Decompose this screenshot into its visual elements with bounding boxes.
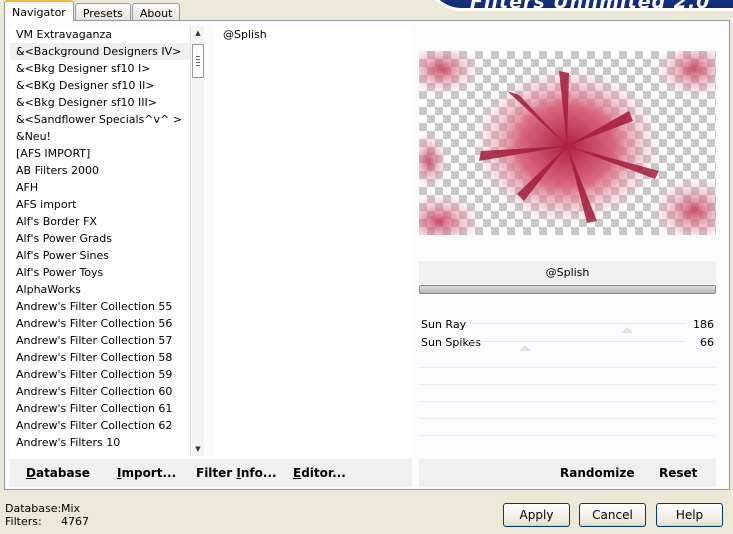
- filter-category-item[interactable]: &Neu!: [10, 128, 204, 145]
- filter-info-pre: Filter: [196, 466, 237, 480]
- filter-category-item[interactable]: VM Extravaganza: [10, 26, 204, 43]
- filter-category-item[interactable]: [AFS IMPORT]: [10, 145, 204, 162]
- filter-info-button[interactable]: Filter Info...: [196, 459, 277, 487]
- empty-slider-rows: [419, 351, 716, 441]
- filter-category-item[interactable]: AFH: [10, 179, 204, 196]
- effect-item[interactable]: @Splish: [214, 26, 411, 44]
- filter-category-item[interactable]: Andrew's Filter Collection 57: [10, 332, 204, 349]
- editor-button[interactable]: Editor...: [293, 459, 346, 487]
- apply-button[interactable]: Apply: [503, 503, 570, 527]
- scroll-down-icon[interactable]: ▼: [191, 442, 205, 456]
- scrollbar-thumb[interactable]: [192, 44, 204, 78]
- filter-category-item[interactable]: &<Bkg Designer sf10 III>: [10, 94, 204, 111]
- filter-category-item[interactable]: AB Filters 2000: [10, 162, 204, 179]
- filter-category-item[interactable]: &<Background Designers IV>: [10, 43, 204, 60]
- randomize-button[interactable]: Randomize: [560, 459, 634, 487]
- app-banner: Filters Unlimited 2.0: [424, 0, 733, 11]
- status-filters: Filters: 4767: [5, 515, 89, 528]
- filter-category-item[interactable]: Andrew's Filters 10: [10, 434, 204, 451]
- filter-category-list[interactable]: VM Extravaganza &<Background Designers IV…: [10, 26, 204, 456]
- preview-image: [419, 51, 716, 235]
- cancel-button[interactable]: Cancel: [579, 503, 646, 527]
- slider-label: Sun Ray: [421, 318, 467, 331]
- editor-label: ditor...: [301, 466, 346, 480]
- filter-category-item[interactable]: AFS import: [10, 196, 204, 213]
- filter-category-item[interactable]: &<Sandflower Specials^v^ >: [10, 111, 204, 128]
- slider-value: 66: [700, 336, 714, 349]
- status-database-label: Database:: [5, 502, 62, 515]
- reset-button[interactable]: Reset: [659, 459, 697, 487]
- slider-label: Sun Spikes: [421, 336, 481, 349]
- filter-category-item[interactable]: Andrew's Filter Collection 58: [10, 349, 204, 366]
- tab-bar: Navigator Presets About: [4, 0, 181, 21]
- tab-navigator[interactable]: Navigator: [4, 0, 74, 21]
- tab-presets[interactable]: Presets: [74, 3, 131, 21]
- help-button[interactable]: Help: [656, 503, 723, 527]
- filter-info-label: nfo...: [240, 466, 277, 480]
- effect-list[interactable]: @Splish: [214, 26, 411, 456]
- status-database: Database:Mix: [5, 502, 80, 515]
- grip-icon: [196, 56, 200, 66]
- filter-list-scrollbar[interactable]: ▲ ▼: [190, 26, 204, 456]
- banner-title: Filters Unlimited 2.0: [470, 0, 711, 11]
- progress-bar: [419, 285, 716, 294]
- status-database-value: Mix: [61, 502, 81, 515]
- database-label: atabase: [35, 466, 90, 480]
- import-button[interactable]: Import...: [117, 459, 176, 487]
- filter-category-item[interactable]: Alf's Border FX: [10, 213, 204, 230]
- status-filters-value: 4767: [61, 515, 89, 528]
- filter-category-item[interactable]: &<BKg Designer sf10 II>: [10, 77, 204, 94]
- tab-about[interactable]: About: [131, 3, 181, 21]
- preview-artwork: [419, 51, 716, 235]
- slider-track[interactable]: [469, 323, 686, 324]
- filter-category-item[interactable]: Andrew's Filter Collection 55: [10, 298, 204, 315]
- slider-sun-spikes[interactable]: Sun Spikes 66: [419, 334, 716, 351]
- status-filters-label: Filters:: [5, 515, 42, 528]
- scroll-up-icon[interactable]: ▲: [191, 26, 205, 40]
- filter-category-item[interactable]: Andrew's Filter Collection 59: [10, 366, 204, 383]
- current-filter-name: @Splish: [419, 260, 716, 284]
- database-accel: D: [26, 466, 36, 480]
- filter-category-item[interactable]: Andrew's Filter Collection 60: [10, 383, 204, 400]
- preview-toolbar: Randomize Reset: [419, 459, 716, 487]
- filter-category-item[interactable]: Andrew's Filter Collection 61: [10, 400, 204, 417]
- filter-category-item[interactable]: AlphaWorks: [10, 281, 204, 298]
- slider-track[interactable]: [469, 341, 686, 342]
- filter-category-item[interactable]: Alf's Power Toys: [10, 264, 204, 281]
- filter-category-item[interactable]: Andrew's Filter Collection 56: [10, 315, 204, 332]
- editor-accel: E: [293, 466, 302, 480]
- import-label: mport...: [121, 466, 177, 480]
- filter-category-item[interactable]: Alf's Power Sines: [10, 247, 204, 264]
- filter-category-item[interactable]: Alf's Power Grads: [10, 230, 204, 247]
- filter-category-item[interactable]: Andrew's Filter Collection 62: [10, 417, 204, 434]
- database-button[interactable]: Database: [26, 459, 90, 487]
- slider-value: 186: [693, 318, 714, 331]
- slider-sun-ray[interactable]: Sun Ray 186: [419, 316, 716, 333]
- navigator-toolbar: Database Import... Filter Info... Editor…: [10, 459, 412, 487]
- slider-knob-icon[interactable]: [621, 327, 634, 333]
- filter-category-item[interactable]: &<Bkg Designer sf10 I>: [10, 60, 204, 77]
